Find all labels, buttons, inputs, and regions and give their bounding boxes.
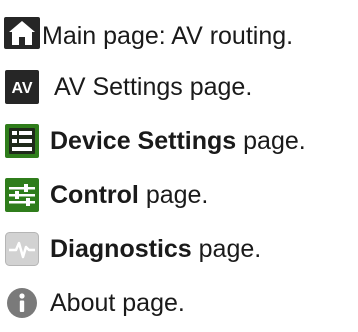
legend-bold-diagnostics: Diagnostics: [50, 235, 192, 263]
legend-text-main: Main page: AV routing.: [42, 22, 294, 50]
legend-text-av-settings: AV Settings page.: [54, 73, 253, 101]
av-badge-icon: AV: [4, 69, 40, 105]
legend-row-main: Main page: AV routing.: [4, 6, 356, 60]
legend-label-device-settings: Device Settings page.: [50, 126, 306, 156]
legend-row-device-settings: Device Settings page.: [4, 114, 356, 168]
legend-label-control: Control page.: [50, 180, 208, 210]
legend-row-about: About page.: [4, 276, 356, 330]
home-icon: [4, 15, 40, 51]
legend-text-device-settings: page.: [236, 127, 306, 155]
legend-label-about: About page.: [50, 288, 185, 318]
legend-text-diagnostics: page.: [191, 235, 262, 263]
legend-row-av-settings: AV AV Settings page.: [4, 60, 356, 114]
pulse-icon: [4, 231, 40, 267]
legend-text-control: page.: [138, 181, 209, 209]
legend-row-control: Control page.: [4, 168, 356, 222]
device-settings-icon: [4, 123, 40, 159]
legend-bold-device-settings: Device Settings: [50, 127, 237, 155]
page-icon-legend: Main page: AV routing. AV AV Settings pa…: [4, 6, 356, 330]
legend-label-diagnostics: Diagnostics page.: [50, 234, 261, 264]
legend-text-about: About page.: [50, 289, 185, 317]
info-icon: [4, 285, 40, 321]
legend-bold-control: Control: [50, 181, 139, 209]
legend-row-diagnostics: Diagnostics page.: [4, 222, 356, 276]
av-badge-text: AV: [11, 80, 32, 97]
legend-label-main: Main page: AV routing.: [42, 21, 293, 51]
sliders-icon: [4, 177, 40, 213]
legend-label-av-settings: AV Settings page.: [54, 72, 252, 102]
